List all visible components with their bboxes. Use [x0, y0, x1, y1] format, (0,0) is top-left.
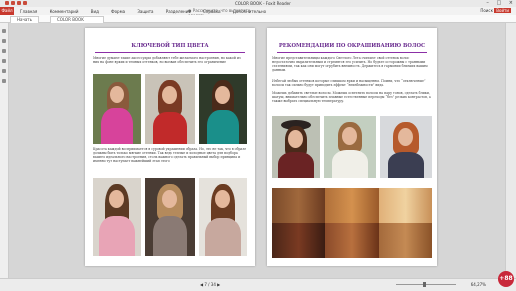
portrait-photo-3	[199, 74, 247, 144]
hair-swatch-6	[379, 223, 432, 258]
tab-start[interactable]: Начать	[10, 16, 39, 23]
tell-me-search[interactable]: ● Расскажите, что вы хотите сделать	[188, 8, 268, 18]
next-page-icon[interactable]: ▶	[217, 282, 220, 287]
hair-swatch-grid	[272, 188, 432, 258]
window-controls[interactable]: – □ ×	[480, 0, 513, 6]
page-right-paragraph-1: Многие представительницы каждого Светлог…	[272, 56, 428, 72]
ribbon-tab-share[interactable]: Разделение	[166, 9, 191, 14]
page-navigation[interactable]: ◀ 7 / 34 ▶	[200, 282, 220, 287]
close-button[interactable]: ×	[509, 0, 513, 6]
ribbon-tab-protect[interactable]: Защита	[137, 9, 153, 14]
status-bar: ◀ 7 / 34 ▶ 64,27%	[0, 278, 516, 291]
hair-swatch-2	[325, 188, 379, 223]
zoom-level[interactable]: 64,27%	[471, 282, 486, 287]
ribbon-tab-home[interactable]: Главная	[20, 9, 37, 14]
hair-swatch-3	[379, 188, 432, 223]
page-right-paragraph-2: Избегай любых оттенков которые слишком я…	[272, 79, 426, 87]
hair-swatch-1	[272, 188, 325, 223]
title-divider	[277, 52, 427, 53]
pages-icon[interactable]	[2, 49, 6, 53]
portrait-photo-6	[199, 178, 247, 256]
first-page-icon[interactable]: ◀	[200, 282, 203, 287]
ribbon-tab-view[interactable]: Вид	[91, 9, 99, 14]
tab-color-book[interactable]: COLOR BOOK	[50, 16, 104, 23]
document-tabbar: Начать COLOR BOOK	[0, 15, 516, 23]
vertical-scrollbar[interactable]	[505, 23, 516, 278]
portrait-photo-9	[380, 116, 432, 178]
overlay-counter-badge: +88	[498, 271, 514, 287]
comment-icon[interactable]	[2, 69, 6, 73]
ribbon-menu: Файл Главная Комментарий Вид Форма Защит…	[0, 7, 516, 18]
ribbon-tab-comment[interactable]: Комментарий	[50, 9, 79, 14]
portrait-photo-1	[93, 74, 141, 144]
layers-icon[interactable]	[2, 59, 6, 63]
window-title: COLOR BOOK - Foxit Reader	[235, 1, 291, 6]
attachment-icon[interactable]	[2, 79, 6, 83]
portrait-photo-5	[145, 178, 195, 256]
ribbon-tab-form[interactable]: Форма	[111, 9, 125, 14]
bookmark-icon[interactable]	[2, 39, 6, 43]
find-label[interactable]: Поиск	[480, 8, 493, 13]
quick-access-toolbar[interactable]	[5, 1, 35, 6]
left-navigation-panel	[0, 23, 9, 278]
maximize-button[interactable]: □	[496, 0, 501, 6]
page-indicator[interactable]: 7 / 34	[204, 282, 216, 287]
minimize-button[interactable]: –	[486, 0, 489, 6]
portrait-photo-4	[93, 178, 141, 256]
page-right-title: РЕКОМЕНДАЦИИ ПО ОКРАШИВАНИЮ ВОЛОС	[278, 43, 426, 49]
hair-swatch-4	[272, 223, 325, 258]
hand-tool-icon[interactable]	[2, 29, 6, 33]
signin-badge[interactable]: Войти	[494, 8, 511, 13]
page-right-paragraph-3: Можешь добавить светлые волосы. Можешь о…	[272, 91, 431, 103]
zoom-slider-track[interactable]	[396, 284, 456, 285]
portrait-photo-2	[145, 74, 195, 144]
page-left-paragraph-1: Многие думают такие аксессуары добавляют…	[93, 56, 241, 64]
title-divider	[95, 52, 245, 53]
portrait-photo-8	[324, 116, 376, 178]
file-menu-button[interactable]: Файл	[0, 7, 14, 15]
hair-swatch-5	[325, 223, 379, 258]
title-bar: COLOR BOOK - Foxit Reader – □ ×	[0, 0, 516, 7]
page-left-paragraph-2: Красота каждой восприимается в суровой у…	[93, 147, 247, 163]
document-page-right: РЕКОМЕНДАЦИИ ПО ОКРАШИВАНИЮ ВОЛОС Многие…	[267, 28, 437, 266]
ribbon-right: Поиск Войти	[480, 8, 511, 13]
zoom-slider-knob[interactable]	[423, 282, 426, 287]
page-left-title: КЛЮЧЕВОЙ ТИП ЦВЕТА	[131, 43, 209, 49]
portrait-photo-7	[272, 116, 320, 178]
document-page-left: КЛЮЧЕВОЙ ТИП ЦВЕТА Многие думают такие а…	[85, 28, 255, 266]
